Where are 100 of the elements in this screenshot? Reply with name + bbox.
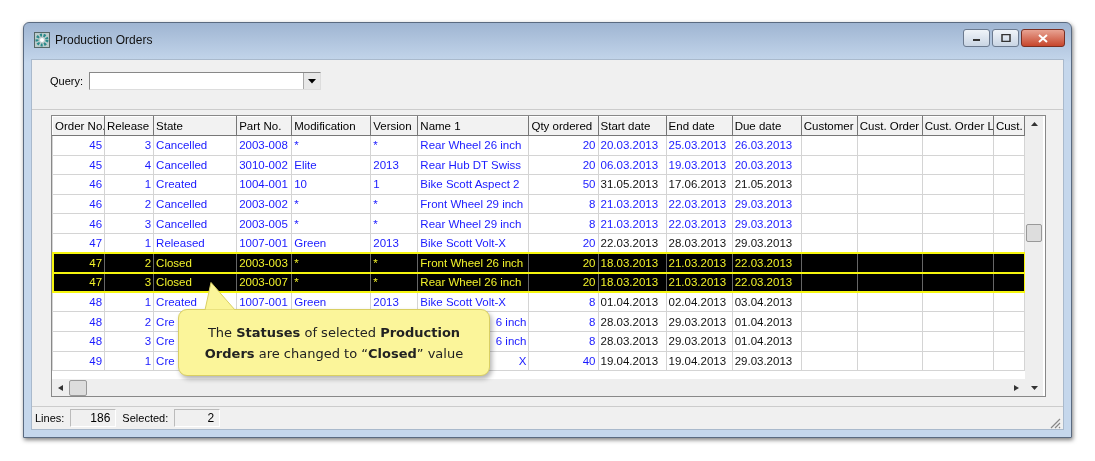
up-arrow-icon[interactable] (1030, 122, 1038, 126)
table-cell: 06.03.2013 (598, 155, 667, 175)
table-cell: 21.03.2013 (666, 272, 733, 293)
maximize-icon (1000, 34, 1011, 42)
selected-count: 2 (174, 409, 221, 427)
table-cell: 8 (528, 213, 598, 234)
table-cell (993, 174, 1025, 195)
column-header[interactable]: State (153, 116, 237, 136)
table-cell: Rear Wheel 26 inch (417, 272, 529, 293)
table-cell (801, 213, 858, 234)
table-cell (993, 253, 1025, 273)
table-cell: 2013 (370, 155, 418, 175)
table-cell: 45 (52, 155, 105, 175)
table-cell (857, 213, 923, 234)
query-dropdown[interactable] (89, 72, 321, 90)
resize-grip-icon[interactable] (1049, 417, 1061, 429)
table-cell: Closed (153, 253, 237, 273)
table-cell (857, 331, 923, 352)
table-cell: 49 (52, 351, 105, 371)
column-header[interactable]: Name 1 (417, 116, 529, 136)
table-cell: 3 (104, 272, 154, 293)
column-header[interactable]: Modification (291, 116, 371, 136)
horizontal-scrollbar[interactable] (52, 379, 1025, 397)
close-button[interactable] (1021, 29, 1065, 47)
table-cell (993, 135, 1025, 156)
table-cell: 3 (104, 213, 154, 234)
table-cell: 18.03.2013 (598, 253, 667, 273)
table-cell: Created (153, 174, 237, 195)
table-cell (993, 194, 1025, 214)
table-cell: Cancelled (153, 155, 237, 175)
table-cell (922, 253, 994, 273)
table-cell: 1004-001 (236, 174, 292, 195)
table-cell: 2 (104, 253, 154, 273)
down-arrow-icon[interactable] (1030, 386, 1038, 391)
table-cell: * (291, 272, 371, 293)
table-cell: 22.03.2013 (732, 272, 802, 293)
table-cell (993, 292, 1025, 312)
selected-label: Selected: (122, 412, 169, 424)
table-cell: 46 (52, 174, 105, 195)
table-cell: 2003-005 (236, 213, 292, 234)
table-cell (857, 174, 923, 195)
table-cell: 2003-007 (236, 272, 292, 293)
table-cell: * (291, 253, 371, 273)
table-cell: 28.03.2013 (666, 233, 733, 254)
table-cell (993, 331, 1025, 352)
table-cell: 2 (104, 311, 154, 332)
column-header[interactable]: Start date (598, 116, 667, 136)
table-cell: 29.03.2013 (732, 351, 802, 371)
column-header[interactable]: Due date (732, 116, 802, 136)
table-cell: 21.05.2013 (732, 174, 802, 195)
table-cell: * (291, 213, 371, 234)
table-cell: 25.03.2013 (666, 135, 733, 156)
minimize-button[interactable] (963, 29, 990, 47)
table-cell: 19.04.2013 (666, 351, 733, 371)
table-cell (857, 253, 923, 273)
table-cell: Closed (153, 272, 237, 293)
table-cell: 46 (52, 194, 105, 214)
table-cell (801, 253, 858, 273)
table-cell: 47 (52, 253, 105, 273)
table-cell: 29.03.2013 (732, 194, 802, 214)
table-cell: 19.04.2013 (598, 351, 667, 371)
table-cell: * (370, 253, 418, 273)
column-header[interactable]: Cust. Order (857, 116, 923, 136)
table-cell: * (370, 135, 418, 156)
right-arrow-icon[interactable] (1014, 384, 1019, 391)
scrollbar-thumb[interactable] (69, 379, 87, 396)
table-cell: Front Wheel 26 inch (417, 253, 529, 273)
table-cell (857, 311, 923, 332)
table-cell: 29.03.2013 (666, 311, 733, 332)
table-cell (801, 194, 858, 214)
table-cell: 21.03.2013 (598, 213, 667, 234)
table-cell (801, 155, 858, 175)
table-cell: 20 (528, 135, 598, 156)
scrollbar-thumb[interactable] (1026, 224, 1042, 242)
table-cell (922, 135, 994, 156)
column-header[interactable]: Part No. (236, 116, 292, 136)
maximize-button[interactable] (992, 29, 1019, 47)
column-header[interactable]: Customer (801, 116, 858, 136)
table-cell (857, 135, 923, 156)
table-cell: 31.05.2013 (598, 174, 667, 195)
column-header[interactable]: Release (104, 116, 154, 136)
table-cell: * (370, 272, 418, 293)
window-title: Production Orders (55, 33, 153, 47)
table-cell: 01.04.2013 (732, 331, 802, 352)
table-cell (857, 292, 923, 312)
table-cell: 01.04.2013 (598, 292, 667, 312)
table-cell: 29.03.2013 (732, 213, 802, 234)
lines-label: Lines: (35, 412, 65, 424)
table-cell: 01.04.2013 (732, 311, 802, 332)
column-header[interactable]: Version (370, 116, 418, 136)
table-cell (857, 351, 923, 371)
table-cell (801, 174, 858, 195)
column-header[interactable]: End date (666, 116, 733, 136)
column-header[interactable]: Cust. (993, 116, 1025, 136)
table-cell: 19.03.2013 (666, 155, 733, 175)
table-cell: 10 (291, 174, 371, 195)
vertical-scrollbar[interactable] (1025, 116, 1043, 397)
left-arrow-icon[interactable] (58, 384, 63, 391)
table-cell (922, 351, 994, 371)
column-header[interactable]: Qty ordered (528, 116, 598, 136)
